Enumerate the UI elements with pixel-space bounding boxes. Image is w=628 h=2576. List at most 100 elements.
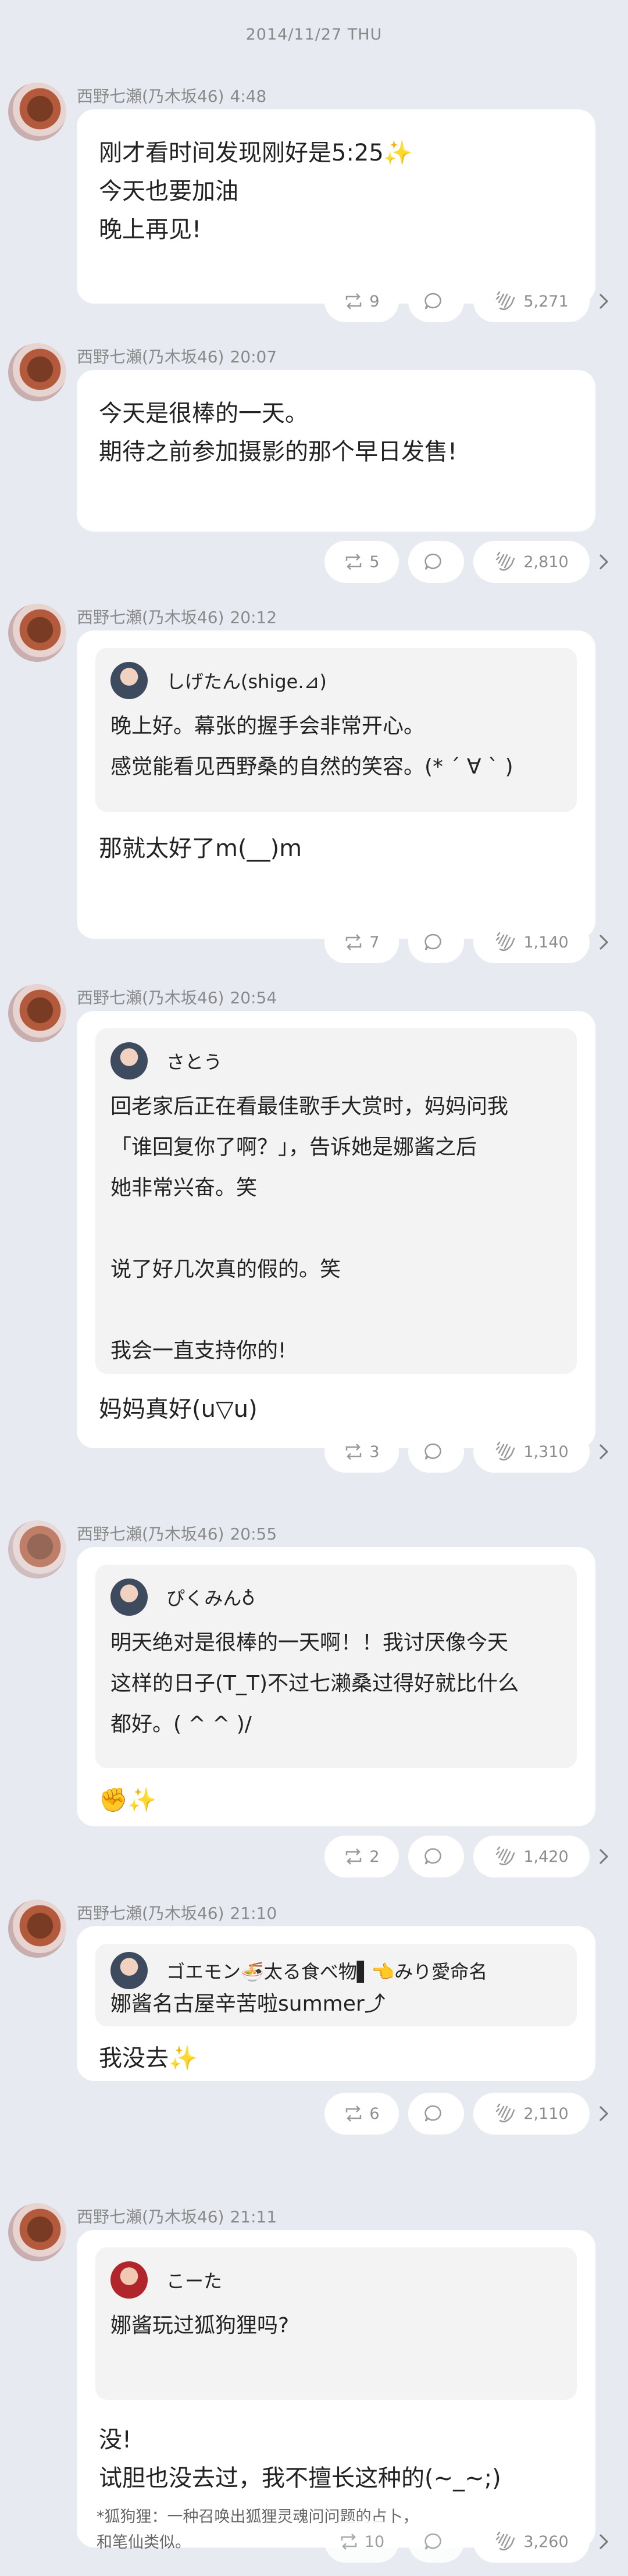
- post-time: 20:55: [230, 1524, 277, 1544]
- retweet-count: 7: [369, 933, 380, 952]
- reply-button[interactable]: [408, 2521, 464, 2563]
- message-bubble: 今天是很棒的一天。 期待之前参加摄影的那个早日发售!: [77, 370, 595, 532]
- retweet-button[interactable]: 5: [324, 541, 399, 583]
- retweet-icon: [346, 934, 362, 950]
- comment-icon: [424, 553, 441, 570]
- action-bar: 3 1,310: [0, 1431, 628, 1473]
- reply-button[interactable]: [408, 2093, 464, 2135]
- message-bubble: 刚才看时间发现刚好是5:25✨ 今天也要加油 晚上再见!: [77, 109, 595, 304]
- message-line: 那就太好了m(__)m: [99, 835, 302, 862]
- message-line: 我没去✨: [99, 2045, 198, 2072]
- avatar[interactable]: [8, 2203, 66, 2261]
- post-time: 20:07: [230, 347, 277, 366]
- retweet-icon: [346, 554, 362, 570]
- quoted-reply: ゴエモン🍜太る食べ物▌👈みり愛命名 娜酱名古屋辛苦啦summer⤴: [95, 1944, 577, 2026]
- avatar[interactable]: [8, 83, 66, 141]
- message-bubble: ゴエモン🍜太る食べ物▌👈みり愛命名 娜酱名古屋辛苦啦summer⤴ 我没去✨: [77, 1926, 595, 2081]
- clap-icon: [496, 2103, 515, 2122]
- action-bar: 10 3,260: [0, 2521, 628, 2563]
- clap-button[interactable]: 3,260: [473, 2521, 590, 2563]
- clap-icon: [496, 1441, 515, 1460]
- chevron-right-icon[interactable]: [595, 932, 612, 953]
- message-bubble: さとう 回老家后正在看最佳歌手大赏时，妈妈问我 「谁回复你了啊？」，告诉她是娜酱…: [77, 1011, 595, 1448]
- message-line: 试胆也没去过，我不擅长这种的(~_~;): [99, 2465, 501, 2492]
- avatar[interactable]: [8, 1900, 66, 1958]
- author-line: 西野七瀬(乃木坂46) 4:48: [77, 84, 266, 107]
- author-line: 西野七瀬(乃木坂46) 20:55: [77, 1522, 277, 1545]
- chevron-right-icon[interactable]: [595, 1441, 612, 1462]
- clap-button[interactable]: 2,110: [473, 2093, 590, 2135]
- author-name: 西野七瀬(乃木坂46): [77, 1524, 224, 1544]
- clap-icon: [496, 2531, 515, 2550]
- reply-button[interactable]: [408, 1836, 464, 1877]
- author-name: 西野七瀬(乃木坂46): [77, 87, 224, 106]
- clap-count: 2,810: [523, 553, 569, 571]
- action-bar: 6 2,110: [0, 2093, 628, 2135]
- author-line: 西野七瀬(乃木坂46) 20:07: [77, 344, 277, 368]
- clap-count: 2,110: [523, 2104, 569, 2123]
- message-line: ✊✨: [99, 1787, 157, 1813]
- message-bubble: しげたん(shige.⊿) 晚上好。幕张的握手会非常开心。 感觉能看见西野桑的自…: [77, 630, 595, 939]
- message-line: 今天是很棒的一天。: [99, 400, 308, 427]
- author-name: 西野七瀬(乃木坂46): [77, 988, 224, 1007]
- avatar[interactable]: [8, 604, 66, 662]
- post-time: 21:10: [230, 1904, 277, 1923]
- avatar[interactable]: [8, 1520, 66, 1579]
- date-header: 2014/11/27 THU: [245, 26, 383, 44]
- clap-button[interactable]: 1,140: [473, 921, 590, 963]
- quoted-text: 晚上好。幕张的握手会非常开心。 感觉能看见西野桑的自然的笑容。(* ´ ∀ ` …: [110, 714, 513, 779]
- quoted-avatar: [110, 1579, 148, 1616]
- clap-icon: [496, 551, 515, 571]
- retweet-count: 9: [369, 292, 380, 311]
- message-line: 晚上再见!: [99, 216, 202, 243]
- author-line: 西野七瀬(乃木坂46) 20:12: [77, 605, 277, 628]
- clap-button[interactable]: 2,810: [473, 541, 590, 583]
- reply-button[interactable]: [408, 921, 464, 963]
- message-bubble: ぴくみん♁ 明天绝对是很棒的一天啊！！我讨厌像今天 这样的日子(T_T)不过七濑…: [77, 1547, 595, 1826]
- retweet-button[interactable]: 6: [324, 2093, 399, 2135]
- author-name: 西野七瀬(乃木坂46): [77, 2207, 224, 2226]
- quoted-avatar: [110, 662, 148, 699]
- clap-count: 1,420: [523, 1847, 569, 1866]
- quoted-username: こーた: [166, 2270, 223, 2292]
- message-line: 没!: [99, 2427, 132, 2453]
- post-time: 21:11: [230, 2207, 277, 2226]
- retweet-button[interactable]: 9: [324, 280, 399, 322]
- reply-button[interactable]: [408, 541, 464, 583]
- quoted-avatar: [110, 1952, 148, 1989]
- action-bar: 2 1,420: [0, 1836, 628, 1877]
- chevron-right-icon[interactable]: [595, 291, 612, 312]
- chevron-right-icon[interactable]: [595, 551, 612, 572]
- quoted-text: 明天绝对是很棒的一天啊！！我讨厌像今天 这样的日子(T_T)不过七濑桑过得好就比…: [110, 1631, 519, 1736]
- reply-button[interactable]: [408, 280, 464, 322]
- quoted-text: 娜酱名古屋辛苦啦summer⤴: [110, 1992, 386, 2016]
- retweet-button[interactable]: 2: [324, 1836, 399, 1877]
- quoted-text: 回老家后正在看最佳歌手大赏时，妈妈问我 「谁回复你了啊？」，告诉她是娜酱之后 她…: [110, 1095, 509, 1363]
- comment-icon: [424, 2533, 441, 2550]
- avatar[interactable]: [8, 984, 66, 1042]
- clap-icon: [496, 932, 515, 951]
- avatar[interactable]: [8, 343, 66, 401]
- chevron-right-icon[interactable]: [595, 2531, 612, 2552]
- post-time: 20:12: [230, 608, 277, 627]
- retweet-button[interactable]: 7: [324, 921, 399, 963]
- comment-icon: [424, 1443, 441, 1460]
- retweet-count: 10: [364, 2532, 385, 2551]
- chevron-right-icon[interactable]: [595, 2103, 612, 2124]
- chevron-right-icon[interactable]: [595, 1846, 612, 1867]
- clap-button[interactable]: 1,420: [473, 1836, 590, 1877]
- message-line: 刚才看时间发现刚好是5:25✨: [99, 140, 413, 166]
- retweet-icon: [346, 1444, 362, 1460]
- clap-button[interactable]: 5,271: [473, 280, 590, 322]
- action-bar: 9 5,271: [0, 280, 628, 322]
- author-line: 西野七瀬(乃木坂46) 21:10: [77, 1901, 277, 1924]
- quoted-reply: しげたん(shige.⊿) 晚上好。幕张的握手会非常开心。 感觉能看见西野桑的自…: [95, 648, 577, 812]
- clap-button[interactable]: 1,310: [473, 1431, 590, 1473]
- retweet-icon: [341, 2534, 357, 2550]
- author-name: 西野七瀬(乃木坂46): [77, 1904, 224, 1923]
- retweet-button[interactable]: 3: [324, 1431, 399, 1473]
- reply-button[interactable]: [408, 1431, 464, 1473]
- retweet-button[interactable]: 10: [324, 2521, 399, 2563]
- retweet-count: 6: [369, 2104, 380, 2123]
- quoted-username: さとう: [166, 1051, 223, 1073]
